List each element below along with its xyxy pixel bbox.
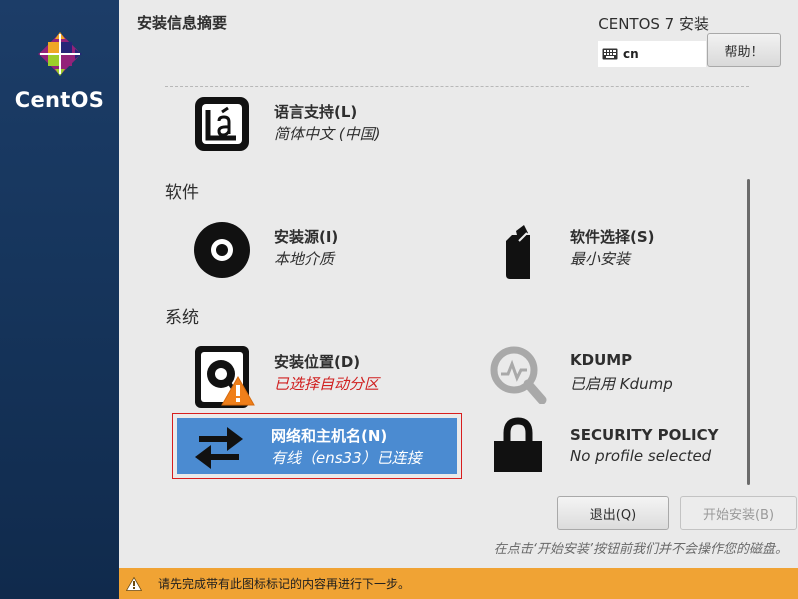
package-icon — [506, 225, 530, 279]
software-selection-title: 软件选择(S) — [570, 228, 655, 246]
begin-installation-button[interactable]: 开始安装(B) — [680, 496, 797, 530]
page-title: 安装信息摘要 — [137, 14, 228, 32]
network-arrows-icon — [195, 427, 243, 469]
installation-summary: 安装信息摘要 CENTOS 7 安装 cn 帮助！ 语言支持(L) 简体中文 (… — [119, 0, 798, 599]
spoke-software-selection[interactable]: 软件选择(S) 最小安装 — [471, 217, 741, 281]
keyboard-layout-indicator[interactable]: cn — [598, 41, 706, 67]
language-title: 语言支持(L) — [274, 103, 358, 121]
kdump-search-icon — [490, 346, 547, 404]
spoke-kdump[interactable]: KDUMP 已启用 Kdump — [471, 342, 741, 406]
installation-destination-status: 已选择自动分区 — [274, 375, 380, 393]
scrollbar[interactable] — [747, 179, 750, 485]
warning-icon — [221, 376, 255, 406]
disk-notice: 在点击‘开始安装’按钮前我们并不会操作您的磁盘。 — [493, 542, 788, 557]
installation-source-title: 安装源(I) — [274, 228, 339, 246]
category-system: 系统 — [165, 308, 199, 328]
installation-destination-title: 安装位置(D) — [274, 353, 361, 371]
category-software: 软件 — [165, 183, 199, 203]
spoke-security-policy[interactable]: SECURITY POLICY No profile selected — [471, 413, 741, 477]
disc-icon — [194, 222, 250, 278]
lock-icon — [494, 417, 542, 472]
network-status: 有线（ens33）已连接 — [271, 449, 422, 467]
spoke-language-support[interactable]: 语言支持(L) 简体中文 (中国) — [175, 92, 455, 156]
keyboard-layout-label: cn — [623, 47, 639, 61]
centos-logo-icon — [37, 32, 82, 76]
kdump-title: KDUMP — [570, 351, 633, 369]
security-policy-status: No profile selected — [570, 447, 712, 465]
quit-button[interactable]: 退出(Q) — [557, 496, 669, 530]
keyboard-icon — [602, 48, 618, 60]
spoke-network-hostname[interactable]: 网络和主机名(N) 有线（ens33）已连接 — [172, 413, 462, 479]
warning-icon — [126, 576, 142, 591]
language-icon — [195, 97, 249, 151]
spoke-installation-destination[interactable]: 安装位置(D) 已选择自动分区 — [175, 342, 455, 408]
language-status: 简体中文 (中国) — [274, 125, 381, 143]
network-title: 网络和主机名(N) — [271, 427, 388, 445]
sidebar: CentOS — [0, 0, 119, 599]
software-selection-status: 最小安装 — [570, 250, 631, 268]
help-button[interactable]: 帮助！ — [707, 33, 781, 67]
installation-source-status: 本地介质 — [274, 250, 335, 268]
kdump-status: 已启用 Kdump — [570, 375, 673, 393]
product-title: CENTOS 7 安装 — [598, 15, 709, 33]
header-divider — [165, 86, 749, 87]
centos-logo: CentOS — [0, 30, 119, 112]
brand-name: CentOS — [14, 88, 105, 112]
warning-text: 请先完成带有此图标标记的内容再进行下一步。 — [158, 577, 411, 591]
warning-bar: 请先完成带有此图标标记的内容再进行下一步。 — [119, 568, 798, 599]
security-policy-title: SECURITY POLICY — [570, 426, 719, 444]
spoke-installation-source[interactable]: 安装源(I) 本地介质 — [175, 217, 455, 281]
